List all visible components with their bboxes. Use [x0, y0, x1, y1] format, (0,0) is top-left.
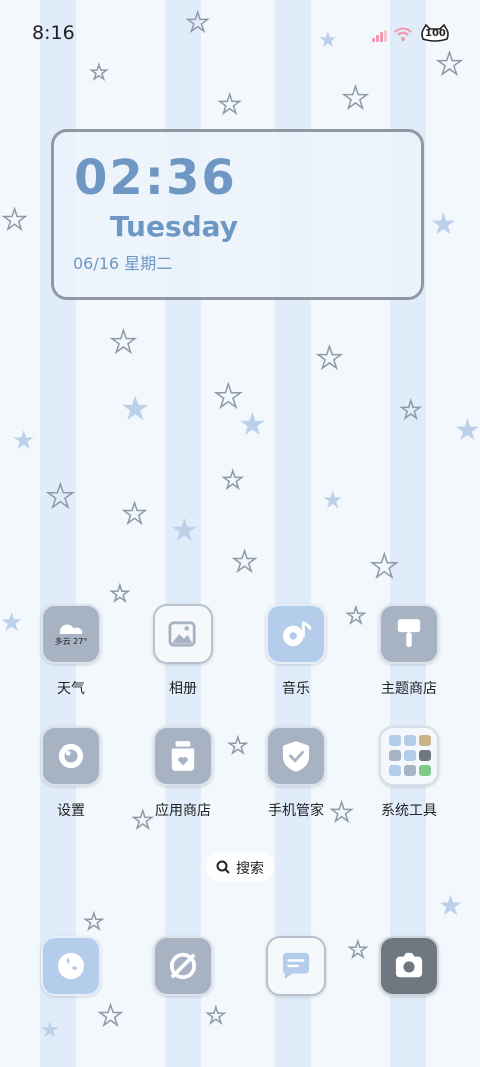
- app-phone-manager[interactable]: 手机管家: [246, 726, 346, 820]
- dock-phone[interactable]: [21, 936, 121, 996]
- app-label: 相册: [169, 681, 197, 697]
- theme-brush-icon: [379, 604, 439, 664]
- phone-icon: [41, 936, 101, 996]
- music-icon: [266, 604, 326, 664]
- signal-icon: [372, 30, 388, 42]
- clock-widget[interactable]: 02:36 Tuesday 06/16 星期二: [51, 129, 424, 300]
- app-label: 系统工具: [381, 803, 437, 819]
- battery-level: 100: [425, 28, 446, 39]
- dock-browser[interactable]: [133, 936, 233, 996]
- status-time: 8:16: [32, 22, 75, 44]
- app-label: 音乐: [282, 681, 310, 697]
- app-theme-store[interactable]: 主题商店: [359, 604, 459, 698]
- search-label: 搜索: [236, 861, 264, 877]
- app-store-icon: [153, 726, 213, 786]
- folder-icon: [379, 726, 439, 786]
- dock-messages[interactable]: [246, 936, 346, 996]
- weather-icon: 多云 27°: [41, 604, 101, 664]
- dock-camera[interactable]: [359, 936, 459, 996]
- app-weather[interactable]: 多云 27° 天气: [21, 604, 121, 698]
- app-app-store[interactable]: 应用商店: [133, 726, 233, 820]
- clock-date: 06/16 星期二: [73, 254, 173, 273]
- app-label: 设置: [57, 803, 85, 819]
- shield-icon: [266, 726, 326, 786]
- app-label: 手机管家: [268, 803, 324, 819]
- clock-weekday: Tuesday: [110, 210, 238, 243]
- wifi-icon: [394, 27, 412, 41]
- app-label: 天气: [57, 681, 85, 697]
- app-settings[interactable]: 设置: [21, 726, 121, 820]
- app-label: 应用商店: [155, 803, 211, 819]
- app-system-tools[interactable]: 系统工具: [359, 726, 459, 820]
- app-gallery[interactable]: 相册: [133, 604, 233, 698]
- browser-icon: [153, 936, 213, 996]
- weather-badge: 多云 27°: [54, 637, 88, 646]
- gallery-icon: [153, 604, 213, 664]
- camera-icon: [379, 936, 439, 996]
- clock-time: 02:36: [74, 150, 237, 206]
- app-music[interactable]: 音乐: [246, 604, 346, 698]
- message-icon: [266, 936, 326, 996]
- settings-icon: [41, 726, 101, 786]
- status-bar: 8:16 100: [0, 0, 480, 66]
- app-label: 主题商店: [381, 681, 437, 697]
- search-pill[interactable]: 搜索: [206, 852, 274, 882]
- search-icon: [216, 860, 230, 874]
